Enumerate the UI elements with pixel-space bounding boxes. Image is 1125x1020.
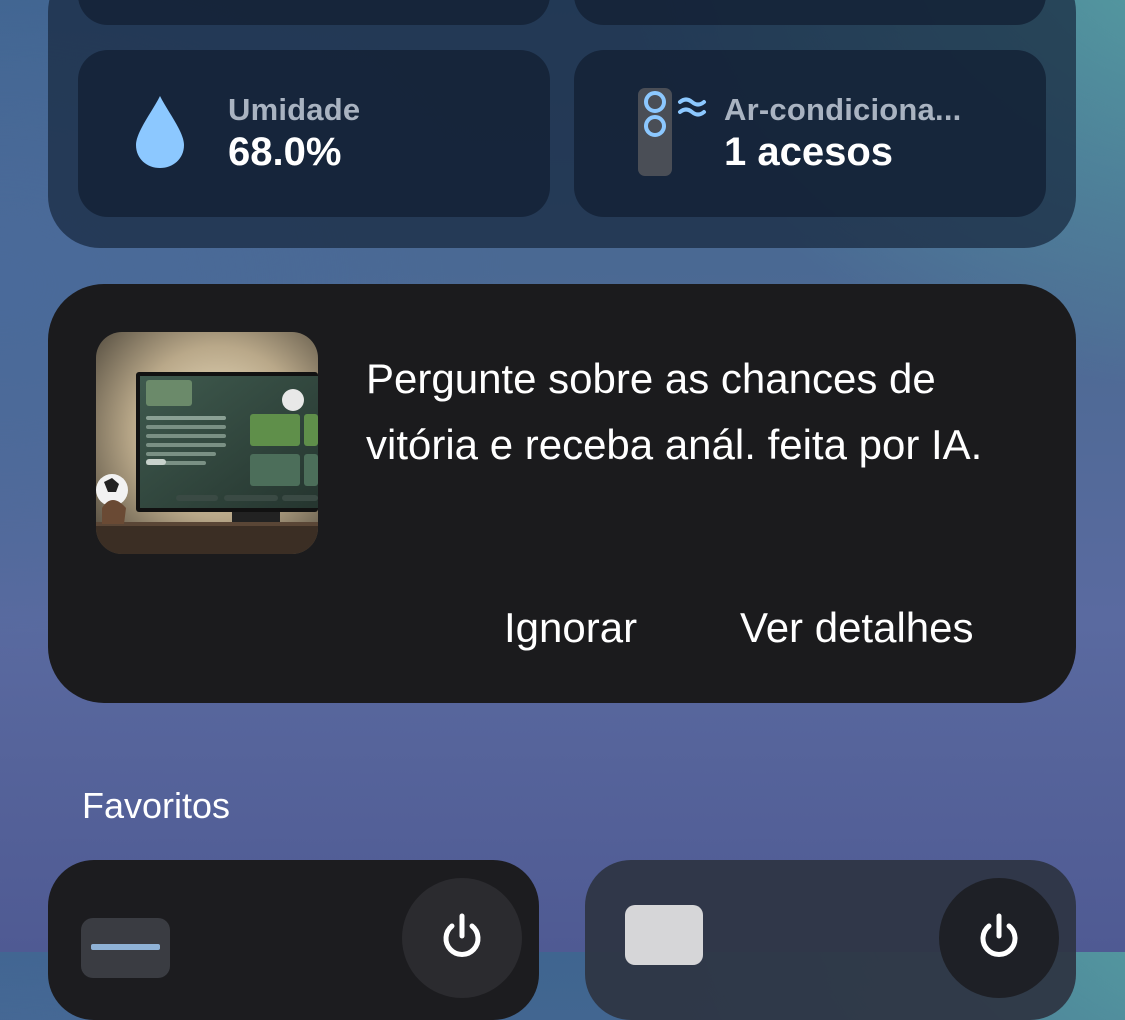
device-box-icon — [625, 905, 703, 965]
ignore-button[interactable]: Ignorar — [504, 598, 637, 658]
humidity-text: Umidade 68.0% — [228, 92, 360, 175]
humidity-tile[interactable]: Umidade 68.0% — [78, 50, 550, 217]
favorite-card-2[interactable] — [585, 860, 1076, 1020]
favorites-title: Favoritos — [82, 785, 231, 826]
power-button-1[interactable] — [402, 878, 522, 998]
suggestion-text: Pergunte sobre as chances de vitória e r… — [366, 355, 983, 468]
suggestion-card: Pergunte sobre as chances de vitória e r… — [48, 284, 1076, 703]
air-conditioning-label: Ar-condiciona... — [724, 92, 962, 127]
water-drop-icon — [134, 94, 186, 175]
device-panel-icon — [81, 918, 170, 978]
air-conditioning-value: 1 acesos — [724, 130, 894, 174]
tv-soccer-thumbnail — [96, 332, 318, 554]
humidity-label: Umidade — [228, 92, 361, 127]
ac-remote-icon — [634, 86, 714, 185]
air-conditioning-text: Ar-condiciona... 1 acesos — [724, 92, 961, 175]
humidity-value: 68.0% — [228, 130, 342, 174]
sensor-tile-top-right[interactable] — [574, 0, 1046, 25]
air-conditioning-tile[interactable]: Ar-condiciona... 1 acesos — [574, 50, 1046, 217]
power-button-2[interactable] — [939, 878, 1059, 998]
favorite-card-1[interactable] — [48, 860, 539, 1020]
power-icon — [443, 913, 481, 957]
sensor-tile-top-left[interactable] — [78, 0, 550, 25]
sensor-panel: Umidade 68.0% Ar-condiciona... 1 acesos — [48, 0, 1076, 248]
power-icon — [980, 913, 1018, 957]
view-details-button[interactable]: Ver detalhes — [740, 598, 974, 658]
